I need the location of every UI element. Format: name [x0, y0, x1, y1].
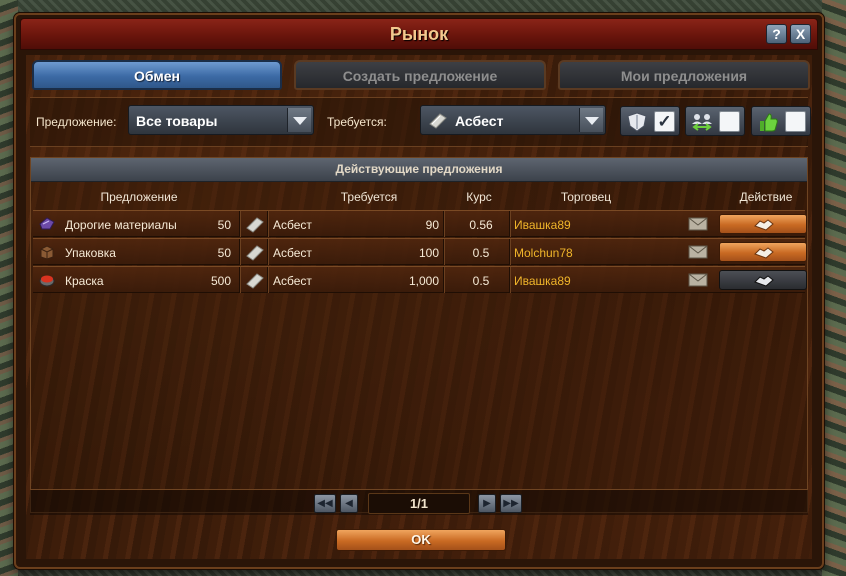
chevron-down-icon — [287, 108, 311, 132]
accept-offer-button[interactable] — [719, 214, 807, 234]
asbestos-icon — [429, 113, 447, 129]
offer-row: Дорогие материалы 50 Асбест 90 0.56 Иваш… — [33, 210, 807, 237]
offer-good-name: Дорогие материалы — [65, 218, 177, 232]
pagination-bar: ◀◀ ◀ 1/1 ▶ ▶▶ — [30, 489, 808, 515]
exchange-rate: 0.56 — [469, 218, 493, 232]
column-divider — [239, 211, 240, 237]
handshake-icon — [754, 275, 774, 287]
active-offers-panel: Действующие предложения Предложение Треб… — [30, 157, 808, 513]
need-good-name: Асбест — [273, 218, 312, 232]
need-good-name: Асбест — [273, 246, 312, 260]
accept-offer-button[interactable] — [719, 242, 807, 262]
asbestos-icon — [246, 273, 264, 289]
need-filter-value: Асбест — [455, 113, 504, 129]
asbestos-icon — [246, 245, 264, 261]
exchange-rate: 0.5 — [472, 246, 490, 260]
need-amount: 90 — [425, 218, 439, 232]
accept-offer-button-disabled[interactable] — [719, 270, 807, 290]
offer-amount: 50 — [217, 218, 231, 232]
offer-row: Краска 500 Асбест 1,000 0.5 Ивашка89 — [33, 266, 807, 293]
trader-name[interactable]: Ивашка89 — [514, 218, 571, 232]
column-divider — [509, 267, 510, 293]
column-header-need: Требуется — [340, 190, 398, 204]
fair-trade-thumb-icon — [760, 113, 778, 132]
need-filter-label: Требуется: — [327, 115, 387, 129]
offer-row: Упаковка 50 Асбест 100 0.5 Molchun78 — [33, 238, 807, 265]
need-filter-dropdown[interactable]: Асбест — [420, 105, 606, 135]
guild-shield-icon — [627, 112, 647, 132]
column-header-offer: Предложение — [100, 190, 178, 204]
first-page-button[interactable]: ◀◀ — [314, 494, 336, 513]
page-indicator: 1/1 — [368, 493, 470, 514]
handshake-icon — [754, 219, 774, 231]
offer-filter-dropdown[interactable]: Все товары — [128, 105, 314, 135]
fair-trade-checkbox[interactable] — [785, 111, 806, 132]
window-title: Рынок — [389, 24, 449, 44]
message-envelope-icon[interactable] — [688, 217, 708, 231]
help-button[interactable]: ? — [766, 24, 787, 44]
tab-create-offer[interactable]: Создать предложение — [294, 60, 546, 90]
column-divider — [443, 239, 444, 265]
trade-partners-filter-toggle[interactable] — [685, 106, 745, 136]
tab-exchange[interactable]: Обмен — [32, 60, 282, 90]
column-header-rate: Курс — [466, 190, 492, 204]
trade-partners-checkbox[interactable] — [719, 111, 740, 132]
offer-good-name: Краска — [65, 274, 104, 288]
column-divider — [239, 267, 240, 293]
trader-name[interactable]: Ивашка89 — [514, 274, 571, 288]
message-envelope-icon[interactable] — [688, 273, 708, 287]
trade-partners-icon — [692, 114, 712, 131]
last-page-button[interactable]: ▶▶ — [500, 494, 522, 513]
previous-page-button[interactable]: ◀ — [340, 494, 358, 513]
packaging-icon — [40, 245, 54, 260]
need-amount: 1,000 — [408, 274, 439, 288]
offers-table-header: Предложение Требуется Курс Торговец Дейс… — [31, 182, 807, 210]
offer-filter-label: Предложение: — [36, 115, 117, 129]
column-divider — [509, 239, 510, 265]
need-amount: 100 — [418, 246, 439, 260]
ok-button[interactable]: OK — [336, 529, 506, 551]
paint-icon — [39, 275, 55, 287]
offer-good-name: Упаковка — [65, 246, 116, 260]
precious-materials-icon — [39, 217, 55, 230]
column-header-trader: Торговец — [560, 190, 612, 204]
column-divider — [509, 211, 510, 237]
offer-amount: 50 — [217, 246, 231, 260]
guild-filter-toggle[interactable]: ✓ — [620, 106, 680, 136]
column-divider — [443, 267, 444, 293]
trader-name[interactable]: Molchun78 — [514, 246, 573, 260]
window-content: Обмен Создать предложение Мои предложени… — [26, 55, 812, 559]
column-divider — [239, 239, 240, 265]
next-page-button[interactable]: ▶ — [478, 494, 496, 513]
message-envelope-icon[interactable] — [688, 245, 708, 259]
active-offers-title: Действующие предложения — [31, 158, 807, 182]
tab-my-offers[interactable]: Мои предложения — [558, 60, 810, 90]
guild-filter-checkbox[interactable]: ✓ — [654, 111, 675, 132]
asbestos-icon — [246, 217, 264, 233]
column-divider — [267, 239, 268, 265]
fair-trade-filter-toggle[interactable] — [751, 106, 811, 136]
chevron-down-icon — [579, 108, 603, 132]
handshake-icon — [754, 247, 774, 259]
offer-amount: 500 — [210, 274, 231, 288]
window-titlebar: Рынок ? X — [20, 18, 818, 50]
need-good-name: Асбест — [273, 274, 312, 288]
column-divider — [267, 267, 268, 293]
close-button[interactable]: X — [790, 24, 811, 44]
column-divider — [267, 211, 268, 237]
exchange-rate: 0.5 — [472, 274, 490, 288]
column-divider — [443, 211, 444, 237]
column-header-action: Действие — [739, 190, 793, 204]
market-window: Рынок ? X Обмен Создать предложение Мои … — [14, 13, 824, 569]
filter-bar: Предложение: Все товары Требуется: Асбес… — [30, 97, 811, 147]
game-map-background-right — [822, 0, 846, 576]
offer-filter-value: Все товары — [136, 113, 218, 129]
